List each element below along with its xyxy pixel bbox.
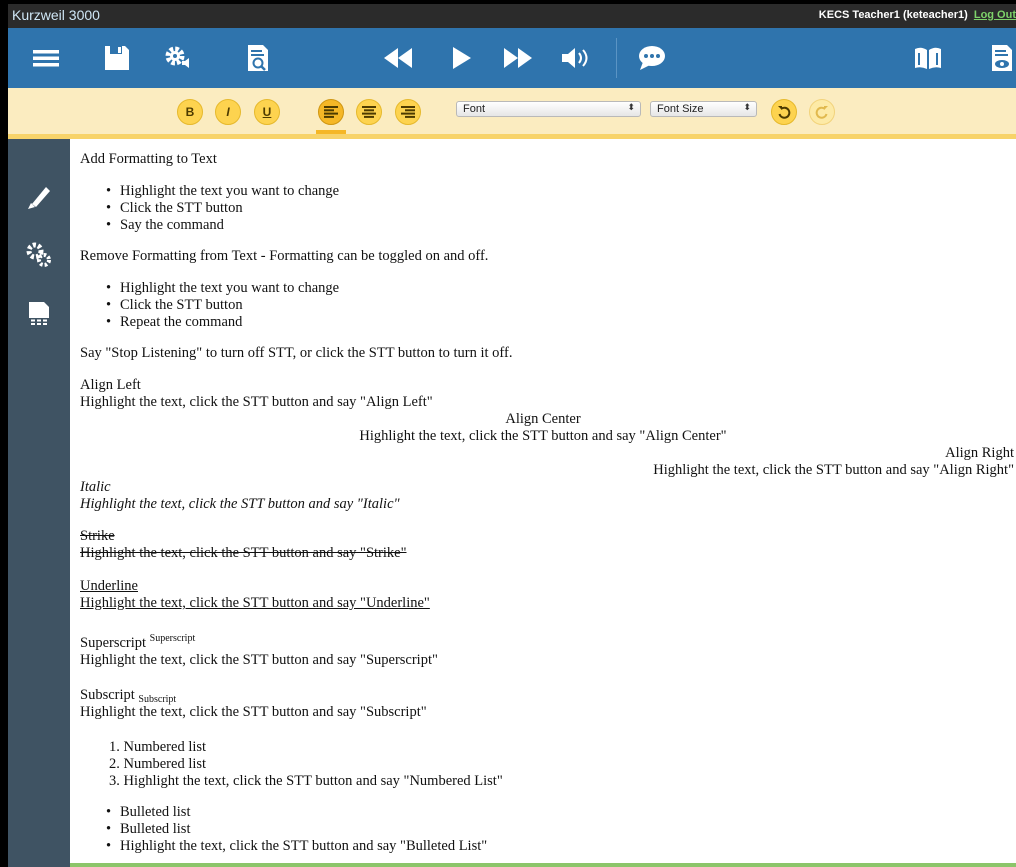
numbered-list-item: 3. Highlight the text, click the STT but…	[109, 773, 503, 789]
rewind-icon[interactable]	[382, 42, 414, 74]
left-sidebar	[8, 139, 70, 867]
superscript-text: Highlight the text, click the STT button…	[80, 652, 438, 668]
app-window: Kurzweil 3000 KECS Teacher1 (keteacher1)…	[8, 4, 1016, 867]
tools-icon[interactable]	[23, 239, 55, 271]
table-document-icon[interactable]	[23, 299, 55, 331]
bold-label: B	[185, 105, 195, 119]
font-select-value: Font	[463, 103, 486, 115]
subscript-title: Subscript Subscript	[80, 687, 176, 705]
menu-icon[interactable]	[30, 42, 62, 74]
doc-heading-add: Add Formatting to Text	[80, 151, 217, 167]
redo-button[interactable]	[809, 99, 835, 125]
bold-button[interactable]: B	[177, 99, 203, 125]
list-item: Highlight the text you want to change	[106, 183, 339, 200]
align-right-button[interactable]	[395, 99, 421, 125]
doc-heading-remove: Remove Formatting from Text - Formatting…	[80, 248, 489, 264]
undo-icon	[778, 106, 791, 119]
list-item: Repeat the command	[106, 314, 242, 331]
superscript-title: Superscript Superscript	[80, 633, 196, 653]
underline-button[interactable]: U	[254, 99, 280, 125]
align-center-button[interactable]	[356, 99, 382, 125]
italic-text: Highlight the text, click the STT button…	[80, 496, 400, 512]
align-left-text: Highlight the text, click the STT button…	[80, 394, 433, 410]
list-item: Highlight the text you want to change	[106, 280, 339, 297]
bulleted-list-item: Bulleted list	[106, 804, 191, 821]
document-view-icon[interactable]	[986, 42, 1016, 74]
underline-label: U	[262, 105, 272, 119]
subscript-label: Subscript	[80, 687, 135, 703]
bulleted-list-item: Highlight the text, click the STT button…	[106, 838, 487, 855]
save-icon[interactable]	[101, 42, 133, 74]
list-item: Say the command	[106, 217, 224, 234]
subscript-text: Highlight the text, click the STT button…	[80, 704, 427, 720]
list-item: Click the STT button	[106, 200, 243, 217]
format-toolbar: B I U Font ⬍ Font Size ⬍	[8, 88, 1016, 139]
undo-button[interactable]	[771, 99, 797, 125]
underline-text: Highlight the text, click the STT button…	[80, 595, 430, 611]
numbered-list-item: 1. Numbered list	[109, 739, 207, 755]
strike-title: Strike	[80, 528, 115, 544]
superscript-sample: Superscript	[149, 633, 196, 644]
active-alignment-indicator	[316, 130, 346, 134]
italic-button[interactable]: I	[215, 99, 241, 125]
select-arrows-icon: ⬍	[743, 102, 751, 112]
speech-bubble-icon[interactable]	[636, 42, 668, 74]
font-size-select[interactable]: Font Size ⬍	[650, 101, 757, 117]
strike-text: Highlight the text, click the STT button…	[80, 545, 407, 561]
main-toolbar	[8, 28, 1016, 88]
toolbar-divider	[616, 38, 617, 78]
app-title: Kurzweil 3000	[12, 7, 100, 23]
document-search-icon[interactable]	[242, 42, 274, 74]
volume-icon[interactable]	[560, 42, 592, 74]
status-strip	[70, 863, 1016, 867]
numbered-list-item: 2. Numbered list	[109, 756, 207, 772]
align-right-text: Highlight the text, click the STT button…	[653, 462, 1014, 478]
align-center-icon	[362, 106, 376, 118]
doc-stop-listening: Say "Stop Listening" to turn off STT, or…	[80, 345, 513, 361]
underline-title: Underline	[80, 578, 138, 594]
align-left-icon	[324, 106, 338, 118]
book-icon[interactable]	[912, 42, 944, 74]
logout-link[interactable]: Log Out	[974, 9, 1016, 21]
bulleted-list-item: Bulleted list	[106, 821, 191, 838]
font-select[interactable]: Font ⬍	[456, 101, 641, 117]
align-left-title: Align Left	[80, 377, 141, 393]
align-left-button[interactable]	[318, 99, 344, 125]
italic-title: Italic	[80, 479, 111, 495]
align-center-text: Highlight the text, click the STT button…	[359, 428, 727, 444]
user-info: KECS Teacher1 (keteacher1) Log Out	[819, 9, 1016, 21]
align-center-title: Align Center	[505, 411, 581, 427]
align-right-icon	[401, 106, 415, 118]
superscript-label: Superscript	[80, 635, 147, 651]
settings-audio-icon[interactable]	[162, 42, 194, 74]
list-item: Click the STT button	[106, 297, 243, 314]
align-right-title: Align Right	[945, 445, 1014, 461]
fast-forward-icon[interactable]	[502, 42, 534, 74]
italic-label: I	[226, 105, 230, 119]
document-editor[interactable]: Add Formatting to Text Highlight the tex…	[70, 139, 1016, 863]
title-bar: Kurzweil 3000 KECS Teacher1 (keteacher1)…	[8, 4, 1016, 28]
user-name: KECS Teacher1 (keteacher1)	[818, 9, 968, 21]
play-icon[interactable]	[445, 42, 477, 74]
redo-icon	[815, 106, 828, 119]
pen-icon[interactable]	[23, 181, 55, 213]
font-size-select-value: Font Size	[657, 103, 704, 115]
select-arrows-icon: ⬍	[627, 102, 635, 112]
